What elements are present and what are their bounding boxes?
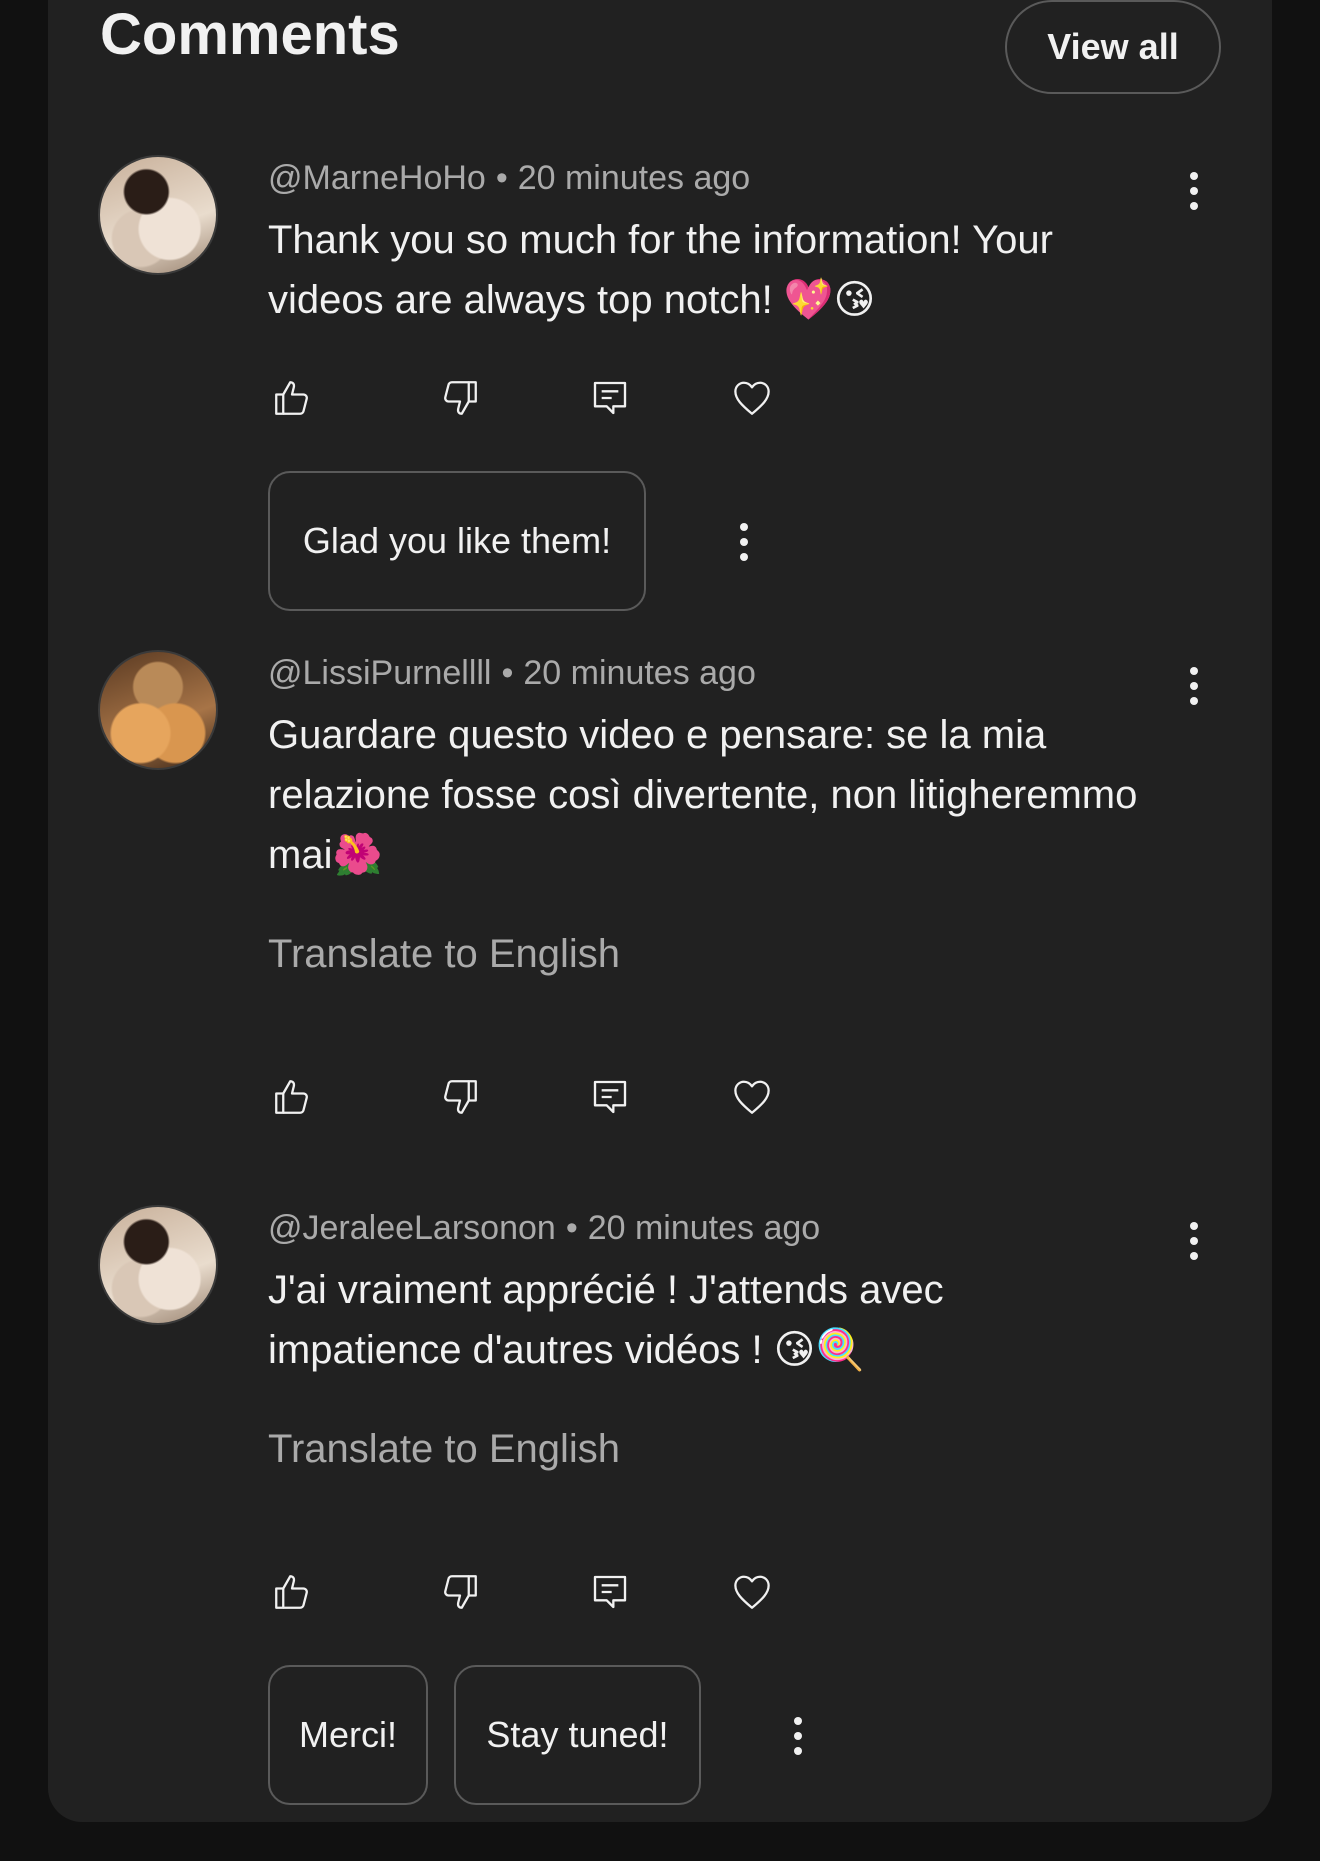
comment-text: Thank you so much for the information! Y… [268, 218, 1053, 322]
more-vert-icon[interactable] [1174, 658, 1214, 714]
comment-meta: @JeraleeLarsonon • 20 minutes ago [268, 1208, 820, 1248]
comment-meta: @MarneHoHo • 20 minutes ago [268, 158, 750, 198]
heart-icon[interactable] [728, 1073, 776, 1121]
avatar[interactable] [98, 1205, 218, 1325]
translate-link[interactable]: Translate to English [268, 930, 620, 978]
comment-author[interactable]: @MarneHoHo [268, 159, 486, 197]
comment-time: 20 minutes ago [587, 1209, 821, 1247]
comment-meta: @LissiPurnellll • 20 minutes ago [268, 653, 756, 693]
thumbs-down-icon[interactable] [436, 374, 484, 422]
comment-time: 20 minutes ago [517, 159, 751, 197]
thumbs-up-icon[interactable] [268, 374, 316, 422]
reply-suggestion-chip[interactable]: Glad you like them! [268, 471, 646, 611]
view-all-button[interactable]: View all [1005, 0, 1221, 94]
comments-title: Comments [100, 2, 400, 67]
comment-author[interactable]: @LissiPurnellll [268, 654, 491, 692]
more-vert-icon[interactable] [1174, 1213, 1214, 1269]
thumbs-down-icon[interactable] [436, 1073, 484, 1121]
avatar[interactable] [98, 155, 218, 275]
reply-suggestion-chip[interactable]: Stay tuned! [454, 1665, 701, 1805]
more-vert-icon[interactable] [778, 1708, 818, 1764]
comment-text: Guardare questo video e pensare: se la m… [268, 713, 1138, 877]
avatar[interactable] [98, 650, 218, 770]
reply-icon[interactable] [586, 374, 634, 422]
heart-icon[interactable] [728, 374, 776, 422]
comment-author[interactable]: @JeraleeLarsonon [268, 1209, 556, 1247]
heart-icon[interactable] [728, 1568, 776, 1616]
thumbs-up-icon[interactable] [268, 1073, 316, 1121]
meta-separator: • [501, 654, 514, 692]
meta-separator: • [495, 159, 508, 197]
meta-separator: • [565, 1209, 578, 1247]
more-vert-icon[interactable] [724, 514, 764, 570]
reply-icon[interactable] [586, 1073, 634, 1121]
comment-text: J'ai vraiment apprécié ! J'attends avec … [268, 1268, 944, 1372]
thumbs-down-icon[interactable] [436, 1568, 484, 1616]
more-vert-icon[interactable] [1174, 163, 1214, 219]
translate-link[interactable]: Translate to English [268, 1425, 620, 1473]
thumbs-up-icon[interactable] [268, 1568, 316, 1616]
reply-icon[interactable] [586, 1568, 634, 1616]
comment-time: 20 minutes ago [523, 654, 756, 692]
reply-suggestion-chip[interactable]: Merci! [268, 1665, 428, 1805]
